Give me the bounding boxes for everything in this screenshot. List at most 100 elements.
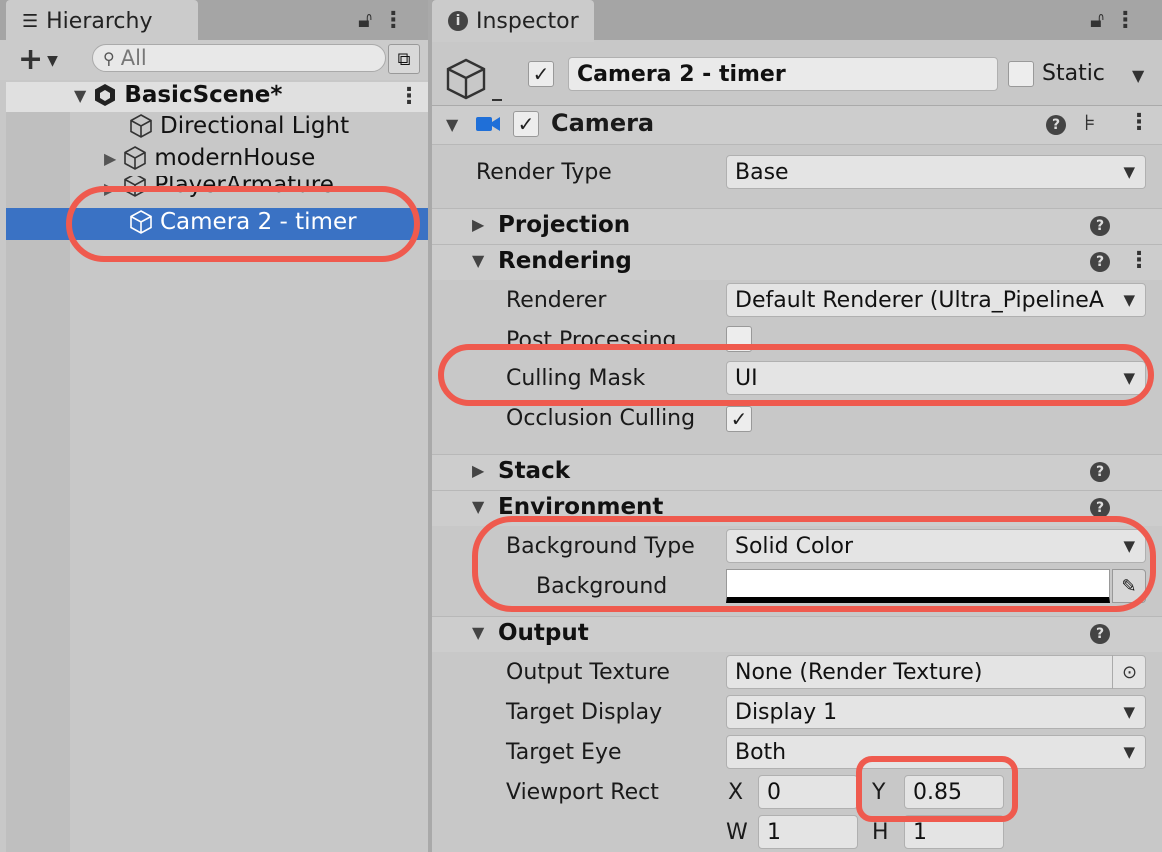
camera-enabled-checkbox[interactable]: ✓ bbox=[513, 111, 539, 137]
scene-name: BasicScene* bbox=[124, 82, 283, 108]
render-type-label: Render Type bbox=[476, 160, 612, 185]
settings-sliders-icon[interactable]: ⊧ bbox=[1084, 111, 1095, 136]
occlusion-culling-label: Occlusion Culling bbox=[506, 406, 696, 431]
rendering-more-icon[interactable]: ⋮ bbox=[1128, 250, 1150, 272]
static-dropdown-icon[interactable]: ▼ bbox=[1132, 66, 1144, 85]
section-title: Stack bbox=[498, 458, 571, 484]
expand-arrow-icon[interactable]: ▶ bbox=[472, 215, 484, 234]
inspector-panel: i Inspector 🔓︎⋮ ✓ Camera 2 - timer Stati… bbox=[432, 0, 1162, 852]
tree-item-label: PlayerArmature bbox=[154, 176, 334, 198]
target-eye-dropdown[interactable]: Both bbox=[726, 735, 1146, 769]
inspector-tab-title: Inspector bbox=[476, 8, 579, 34]
expand-arrow-icon[interactable]: ▶ bbox=[104, 179, 116, 198]
background-type-dropdown[interactable]: Solid Color bbox=[726, 529, 1146, 563]
gameobject-icon bbox=[124, 176, 147, 197]
lock-icon[interactable]: 🔓︎ bbox=[358, 8, 382, 33]
list-icon: ☰ bbox=[22, 10, 39, 32]
renderer-dropdown[interactable]: Default Renderer (Ultra_PipelineA bbox=[726, 283, 1146, 317]
add-button[interactable]: + ▼ bbox=[18, 42, 58, 77]
expand-arrow-icon[interactable]: ▼ bbox=[472, 251, 484, 270]
help-icon[interactable]: ? bbox=[1090, 216, 1110, 236]
background-color-swatch[interactable] bbox=[726, 569, 1110, 603]
y-label: Y bbox=[872, 780, 886, 805]
output-section[interactable]: ▼ Output bbox=[432, 616, 1162, 652]
unity-scene-icon bbox=[95, 84, 116, 106]
culling-mask-dropdown[interactable]: UI bbox=[726, 361, 1146, 395]
info-icon: i bbox=[448, 11, 468, 31]
expand-arrow-icon[interactable]: ▶ bbox=[104, 149, 116, 168]
expand-arrow-icon[interactable]: ▼ bbox=[472, 623, 484, 642]
output-texture-field[interactable]: None (Render Texture) bbox=[726, 655, 1146, 689]
output-texture-label: Output Texture bbox=[506, 660, 670, 685]
target-eye-label: Target Eye bbox=[506, 740, 622, 765]
render-type-dropdown[interactable]: Base bbox=[726, 155, 1146, 189]
scene-search-icon[interactable]: ⧉ bbox=[388, 44, 420, 74]
viewport-w-field[interactable]: 1 bbox=[758, 815, 858, 849]
inspector-tab-actions: 🔓︎⋮ bbox=[1090, 8, 1146, 33]
post-processing-label: Post Processing bbox=[506, 328, 677, 350]
section-title: Output bbox=[498, 620, 589, 646]
viewport-y-field[interactable]: 0.85 bbox=[904, 775, 1004, 809]
help-icon[interactable]: ? bbox=[1090, 624, 1110, 644]
help-icon[interactable]: ? bbox=[1090, 462, 1110, 482]
more-icon[interactable]: ⋮ bbox=[1114, 8, 1146, 33]
stack-section[interactable]: ▶ Stack bbox=[432, 454, 1162, 490]
background-label: Background bbox=[536, 574, 668, 599]
object-picker-icon[interactable]: ⊙ bbox=[1112, 655, 1146, 689]
w-label: W bbox=[726, 820, 748, 845]
tree-item-label: Directional Light bbox=[160, 113, 350, 139]
tree-item-camera-2-timer[interactable]: Camera 2 - timer bbox=[128, 209, 357, 235]
target-display-label: Target Display bbox=[506, 700, 663, 725]
expand-arrow-icon[interactable]: ▶ bbox=[472, 461, 484, 480]
tab-hierarchy[interactable]: ☰ Hierarchy bbox=[6, 0, 198, 42]
tree-item-label: Camera 2 - timer bbox=[160, 209, 357, 235]
section-title: Environment bbox=[498, 494, 664, 520]
post-processing-checkbox[interactable] bbox=[726, 326, 752, 352]
section-title: Rendering bbox=[498, 248, 632, 274]
help-icon[interactable]: ? bbox=[1090, 498, 1110, 518]
section-title: Projection bbox=[498, 212, 631, 238]
expand-arrow-icon[interactable]: ▼ bbox=[472, 497, 484, 516]
viewport-rect-label: Viewport Rect bbox=[506, 780, 659, 805]
hierarchy-panel: ☰ Hierarchy 🔓︎⋮ + ▼ ⚲ All ⧉ ▼ BasicScene*… bbox=[0, 0, 428, 852]
x-label: X bbox=[728, 780, 744, 805]
renderer-label: Renderer bbox=[506, 288, 607, 313]
culling-mask-label: Culling Mask bbox=[506, 366, 646, 391]
component-more-icon[interactable]: ⋮ bbox=[1128, 112, 1150, 134]
object-name-field[interactable]: Camera 2 - timer bbox=[568, 57, 998, 91]
occlusion-culling-checkbox[interactable]: ✓ bbox=[726, 406, 752, 432]
active-checkbox[interactable]: ✓ bbox=[528, 61, 554, 87]
h-label: H bbox=[872, 820, 889, 845]
tab-inspector[interactable]: i Inspector bbox=[432, 0, 594, 42]
projection-section[interactable]: ▶ Projection bbox=[432, 208, 1162, 244]
viewport-h-field[interactable]: 1 bbox=[904, 815, 1004, 849]
expand-arrow-icon[interactable]: ▼ bbox=[74, 86, 86, 105]
help-icon[interactable]: ? bbox=[1046, 115, 1066, 135]
help-icon[interactable]: ? bbox=[1090, 252, 1110, 272]
scene-item[interactable]: ▼ BasicScene* bbox=[74, 82, 282, 108]
more-icon[interactable]: ⋮ bbox=[382, 8, 414, 33]
tree-item-playerarmature[interactable]: ▶ PlayerArmature bbox=[104, 176, 334, 198]
search-placeholder: All bbox=[120, 46, 147, 70]
hierarchy-tab-actions: 🔓︎⋮ bbox=[358, 8, 414, 33]
search-input[interactable]: ⚲ All bbox=[92, 44, 386, 72]
static-checkbox[interactable] bbox=[1008, 61, 1034, 87]
hierarchy-tab-title: Hierarchy bbox=[46, 8, 153, 34]
viewport-x-field[interactable]: 0 bbox=[758, 775, 858, 809]
scene-more-icon[interactable]: ⋮ bbox=[398, 86, 420, 108]
eyedropper-icon[interactable]: ✎ bbox=[1112, 569, 1146, 603]
static-label: Static bbox=[1042, 61, 1105, 86]
tree-item-directional-light[interactable]: Directional Light bbox=[128, 113, 349, 139]
environment-section[interactable]: ▼ Environment bbox=[432, 490, 1162, 526]
gameobject-icon bbox=[130, 114, 152, 138]
gameobject-large-icon bbox=[446, 58, 502, 101]
background-type-label: Background Type bbox=[506, 534, 695, 559]
target-display-dropdown[interactable]: Display 1 bbox=[726, 695, 1146, 729]
component-title: Camera bbox=[551, 109, 655, 137]
gameobject-icon bbox=[130, 210, 152, 234]
camera-icon bbox=[476, 117, 500, 131]
lock-icon[interactable]: 🔓︎ bbox=[1090, 8, 1114, 33]
tree-item-modernhouse[interactable]: ▶ modernHouse bbox=[104, 145, 315, 171]
expand-arrow-icon[interactable]: ▼ bbox=[446, 115, 458, 134]
rendering-section[interactable]: ▼ Rendering bbox=[432, 244, 1162, 280]
